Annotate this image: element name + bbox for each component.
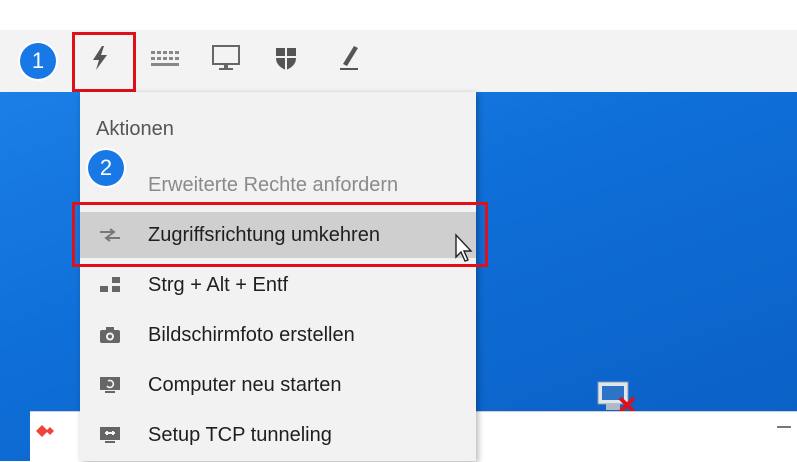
monitor-icon (211, 44, 241, 77)
keyboard-button[interactable] (145, 40, 185, 80)
menu-item-screenshot[interactable]: Bildschirmfoto erstellen (80, 312, 476, 358)
menu-item-tcp-tunneling[interactable]: Setup TCP tunneling (80, 412, 476, 458)
menu-item-ctrl-alt-del[interactable]: Strg + Alt + Entf (80, 262, 476, 308)
menu-item-label: Erweiterte Rechte anfordern (148, 173, 399, 196)
step-badge-2: 2 (88, 150, 124, 186)
menu-title: Aktionen (96, 118, 174, 140)
window-top-strip (0, 0, 797, 30)
pen-icon (338, 44, 362, 77)
anydesk-logo-icon (34, 422, 56, 445)
restart-icon (98, 375, 122, 395)
menu-item-label: Strg + Alt + Entf (148, 273, 289, 296)
actions-button-highlight (72, 32, 136, 92)
actions-menu: Aktionen Erweiterte Rechte anfordern Zug… (80, 92, 476, 461)
tunnel-icon (98, 425, 122, 445)
camera-icon (98, 325, 122, 345)
step-badge-1: 1 (20, 43, 56, 79)
menu-item-label: Computer neu starten (148, 373, 342, 396)
mouse-cursor-icon (453, 233, 475, 265)
display-button[interactable] (206, 40, 246, 80)
shield-icon (274, 45, 298, 76)
permissions-button[interactable] (266, 40, 306, 80)
keyboard-icon (149, 48, 181, 73)
draw-button[interactable] (330, 40, 370, 80)
keys-icon (98, 275, 122, 295)
menu-item-label: Bildschirmfoto erstellen (148, 323, 355, 346)
menu-item-label: Setup TCP tunneling (148, 423, 332, 446)
menu-item-restart[interactable]: Computer neu starten (80, 362, 476, 408)
switch-sides-highlight (72, 202, 488, 267)
window-minimize-icon[interactable] (777, 426, 791, 428)
